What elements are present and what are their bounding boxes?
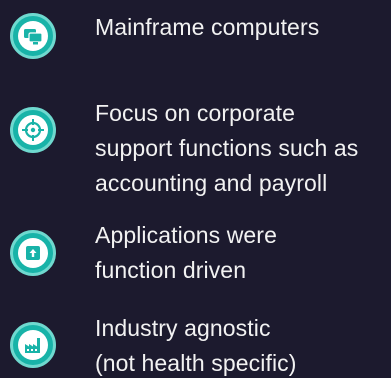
item-text-line: Focus on corporate (95, 100, 295, 126)
item-text-line: (not health specific) (95, 350, 297, 376)
badge (10, 107, 56, 153)
badge (10, 230, 56, 276)
item-text-line: Industry agnostic (95, 315, 271, 341)
badge (10, 13, 56, 59)
item-text-line: Applications were (95, 222, 277, 248)
upload-box-icon (26, 246, 40, 260)
timeline-panel: { "items": [ { "icon": "monitor-icon", "… (0, 0, 391, 378)
item-text-line: Mainframe computers (95, 14, 320, 40)
item-text-line: function driven (95, 257, 247, 283)
crosshair-icon (22, 119, 44, 141)
item-text-line: accounting and payroll (95, 170, 328, 196)
item-text-line: support functions such as (95, 135, 359, 161)
monitor-icon (24, 29, 43, 45)
badge (10, 322, 56, 368)
factory-icon (25, 338, 40, 353)
